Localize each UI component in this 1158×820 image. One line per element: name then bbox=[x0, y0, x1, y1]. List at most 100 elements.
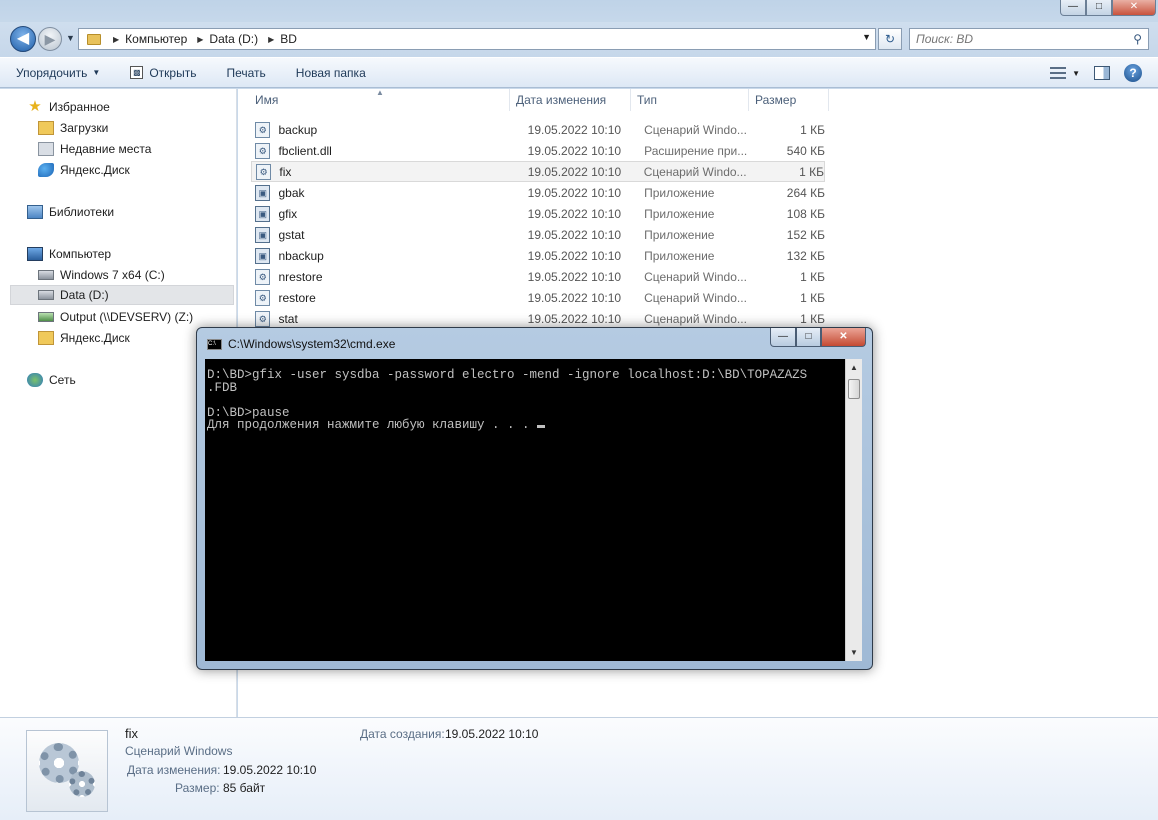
details-file-type: Сценарий Windows bbox=[125, 744, 233, 758]
details-file-name: fix bbox=[125, 726, 138, 741]
window-controls: — □ ✕ bbox=[1060, 0, 1156, 16]
cmd-window[interactable]: C:\ C:\Windows\system32\cmd.exe — □ ✕ D:… bbox=[196, 327, 873, 670]
details-size-label: Размер: bbox=[175, 781, 220, 795]
address-dropdown-icon[interactable]: ▼ bbox=[862, 32, 871, 42]
column-header-size[interactable]: Размер bbox=[749, 89, 829, 111]
table-row[interactable]: ▣ nbackup 19.05.2022 10:10 Приложение 13… bbox=[251, 245, 825, 266]
search-input[interactable] bbox=[910, 29, 1120, 49]
details-created-label: Дата создания: bbox=[360, 727, 445, 741]
sidebar-item-yandex-disk-2[interactable]: Яндекс.Диск bbox=[38, 328, 130, 348]
cmd-titlebar[interactable]: C:\ C:\Windows\system32\cmd.exe bbox=[207, 337, 395, 351]
open-label: Открыть bbox=[149, 65, 197, 80]
cmd-maximize-button[interactable]: □ bbox=[796, 328, 821, 347]
sidebar-item-libraries[interactable]: Библиотеки bbox=[27, 202, 114, 222]
scrollbar-thumb[interactable] bbox=[848, 379, 860, 399]
table-row[interactable]: ⚙ backup 19.05.2022 10:10 Сценарий Windo… bbox=[251, 119, 825, 140]
sidebar-item-computer[interactable]: Компьютер bbox=[27, 244, 111, 264]
table-row[interactable]: ▣ gstat 19.05.2022 10:10 Приложение 152 … bbox=[251, 224, 825, 245]
console-line: D:\BD>gfix -user sysdba -password electr… bbox=[207, 368, 808, 382]
folder-icon bbox=[87, 33, 101, 45]
column-header-date[interactable]: Дата изменения bbox=[510, 89, 631, 111]
breadcrumb-separator-icon[interactable]: ▶ bbox=[197, 35, 203, 44]
gear-small-icon bbox=[69, 771, 95, 797]
sidebar-item-drive-c[interactable]: Windows 7 x64 (C:) bbox=[38, 265, 165, 285]
scroll-up-icon[interactable]: ▲ bbox=[850, 363, 858, 372]
libraries-icon bbox=[27, 205, 43, 219]
print-label: Печать bbox=[226, 65, 266, 80]
breadcrumb-folder[interactable]: BD bbox=[280, 32, 297, 46]
open-button[interactable]: ▩ Открыть bbox=[130, 66, 196, 80]
search-icon[interactable]: ⚲ bbox=[1133, 32, 1142, 46]
table-row[interactable]: ▣ gfix 19.05.2022 10:10 Приложение 108 К… bbox=[251, 203, 825, 224]
details-created-value: 19.05.2022 10:10 bbox=[445, 727, 539, 741]
breadcrumb-separator-icon[interactable]: ▶ bbox=[113, 35, 119, 44]
sidebar-item-label: Яндекс.Диск bbox=[60, 331, 130, 345]
sidebar-item-yandex-disk[interactable]: Яндекс.Диск bbox=[38, 160, 130, 180]
application-icon: ▣ bbox=[255, 184, 271, 201]
application-icon: ▣ bbox=[255, 226, 271, 243]
network-drive-icon bbox=[38, 312, 54, 322]
details-size-value: 85 байт bbox=[223, 781, 266, 795]
table-row[interactable]: ⚙ stat 19.05.2022 10:10 Сценарий Windo..… bbox=[251, 308, 825, 329]
cmd-minimize-button[interactable]: — bbox=[770, 328, 796, 347]
table-row[interactable]: ⚙ restore 19.05.2022 10:10 Сценарий Wind… bbox=[251, 287, 825, 308]
view-dropdown-icon[interactable]: ▼ bbox=[1072, 69, 1080, 78]
sidebar-item-label: Windows 7 x64 (C:) bbox=[60, 268, 165, 282]
scroll-down-icon[interactable]: ▼ bbox=[850, 648, 858, 657]
cmd-window-controls: — □ ✕ bbox=[770, 328, 866, 347]
search-box[interactable]: ⚲ bbox=[909, 28, 1149, 50]
sidebar-item-drive-d[interactable]: Data (D:) bbox=[10, 285, 234, 305]
command-toolbar: Упорядочить ▼ ▩ Открыть Печать Новая пап… bbox=[0, 57, 1158, 88]
address-bar[interactable]: ▶ Компьютер ▶ Data (D:) ▶ BD ▼ bbox=[78, 28, 876, 50]
details-modified-label: Дата изменения: bbox=[127, 763, 221, 777]
back-button[interactable]: ◀ bbox=[10, 26, 36, 52]
close-button[interactable]: ✕ bbox=[1112, 0, 1156, 16]
table-row-selected[interactable]: ⚙ fix 19.05.2022 10:10 Сценарий Windo...… bbox=[251, 161, 825, 182]
history-dropdown-icon[interactable]: ▼ bbox=[66, 33, 75, 43]
maximize-button[interactable]: □ bbox=[1086, 0, 1112, 16]
dll-file-icon: ⚙ bbox=[255, 142, 271, 159]
table-row[interactable]: ▣ gbak 19.05.2022 10:10 Приложение 264 К… bbox=[251, 182, 825, 203]
preview-pane-icon[interactable] bbox=[1094, 66, 1110, 80]
yandex-disk-icon bbox=[38, 163, 54, 177]
sidebar-item-label: Библиотеки bbox=[49, 205, 115, 219]
sidebar-item-label: Data (D:) bbox=[60, 288, 109, 302]
column-header-name[interactable]: Имя bbox=[249, 89, 510, 111]
organize-button[interactable]: Упорядочить ▼ bbox=[16, 66, 100, 80]
explorer-titlebar: — □ ✕ bbox=[0, 0, 1158, 22]
sidebar-item-network[interactable]: Сеть bbox=[27, 370, 76, 390]
sidebar-item-favorites[interactable]: ★ Избранное bbox=[27, 97, 110, 117]
script-file-icon: ⚙ bbox=[255, 310, 271, 327]
script-file-icon: ⚙ bbox=[255, 121, 271, 138]
yandex-folder-icon bbox=[38, 331, 54, 345]
script-file-icon: ⚙ bbox=[256, 163, 272, 180]
sidebar-item-label: Избранное bbox=[49, 100, 110, 114]
table-row[interactable]: ⚙ fbclient.dll 19.05.2022 10:10 Расширен… bbox=[251, 140, 825, 161]
breadcrumb-separator-icon[interactable]: ▶ bbox=[268, 35, 274, 44]
script-file-icon: ⚙ bbox=[255, 289, 271, 306]
details-modified-value: 19.05.2022 10:10 bbox=[223, 763, 317, 777]
console-output[interactable]: D:\BD>gfix -user sysdba -password electr… bbox=[205, 359, 845, 661]
organize-label: Упорядочить bbox=[16, 65, 88, 80]
new-folder-button[interactable]: Новая папка bbox=[296, 66, 366, 80]
sidebar-item-network-drive[interactable]: Output (\\DEVSERV) (Z:) bbox=[38, 307, 193, 327]
cmd-scrollbar[interactable]: ▲ ▼ bbox=[845, 359, 862, 661]
breadcrumb-computer[interactable]: Компьютер bbox=[125, 32, 187, 46]
cmd-close-button[interactable]: ✕ bbox=[821, 328, 866, 347]
sidebar-item-downloads[interactable]: Загрузки bbox=[38, 118, 108, 138]
file-thumbnail bbox=[26, 730, 108, 812]
forward-button[interactable]: ▶ bbox=[38, 27, 62, 51]
windows-drive-icon bbox=[38, 270, 54, 280]
breadcrumb-drive[interactable]: Data (D:) bbox=[209, 32, 258, 46]
open-icon: ▩ bbox=[130, 66, 144, 79]
column-header-type[interactable]: Тип bbox=[631, 89, 749, 111]
recent-places-icon bbox=[38, 142, 54, 156]
minimize-button[interactable]: — bbox=[1060, 0, 1086, 16]
view-options-icon[interactable] bbox=[1050, 67, 1067, 79]
table-row[interactable]: ⚙ nrestore 19.05.2022 10:10 Сценарий Win… bbox=[251, 266, 825, 287]
help-icon[interactable]: ? bbox=[1124, 64, 1142, 82]
console-line: Для продолжения нажмите любую клавишу . … bbox=[207, 418, 538, 432]
sidebar-item-recent[interactable]: Недавние места bbox=[38, 139, 151, 159]
print-button[interactable]: Печать bbox=[226, 66, 265, 80]
refresh-icon[interactable]: ↻ bbox=[878, 28, 902, 50]
